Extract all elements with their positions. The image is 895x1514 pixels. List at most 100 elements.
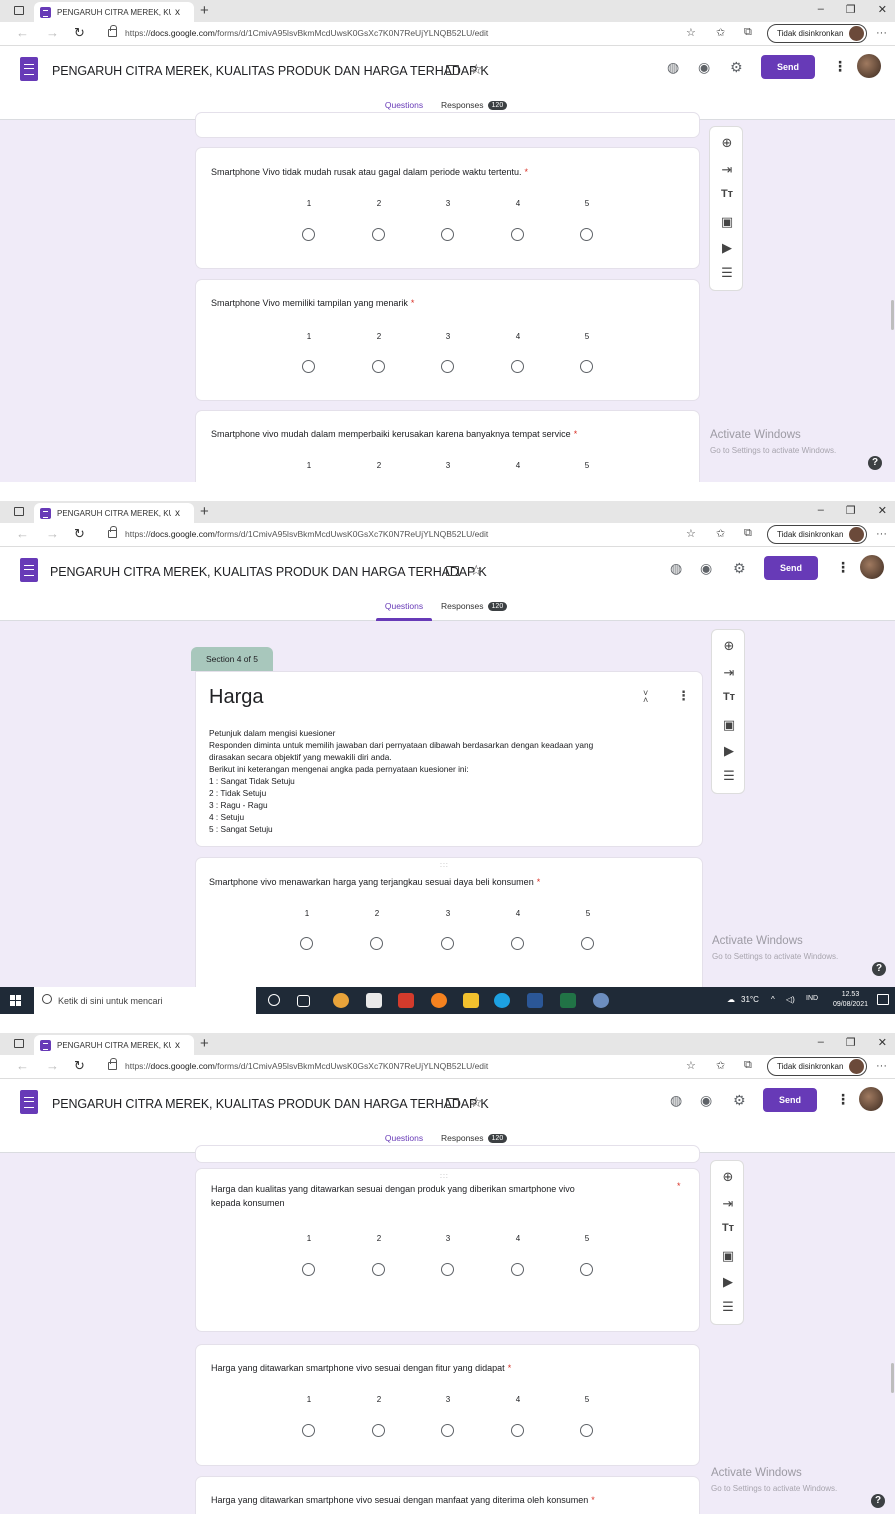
add-section-icon[interactable]: ☰ bbox=[711, 1299, 745, 1315]
tab-actions-icon[interactable] bbox=[14, 507, 24, 516]
radio-option-5[interactable] bbox=[580, 360, 593, 373]
tab-actions-icon[interactable] bbox=[14, 6, 24, 15]
account-avatar[interactable] bbox=[857, 54, 881, 78]
acrobat-icon[interactable] bbox=[398, 993, 414, 1008]
radio-option-1[interactable] bbox=[302, 228, 315, 241]
new-tab-button[interactable]: + bbox=[200, 503, 209, 520]
radio-option-4[interactable] bbox=[511, 937, 524, 950]
restore-button[interactable]: ❐ bbox=[846, 3, 856, 16]
restore-button[interactable]: ❐ bbox=[846, 504, 856, 517]
add-section-icon[interactable]: ☰ bbox=[712, 768, 746, 784]
sync-button[interactable]: Tidak disinkronkan bbox=[767, 525, 867, 544]
radio-option-3[interactable] bbox=[441, 360, 454, 373]
browser-menu-icon[interactable]: ··· bbox=[876, 27, 887, 39]
folder-icon[interactable] bbox=[446, 65, 459, 75]
preview-eye-icon[interactable]: ◉ bbox=[700, 560, 712, 577]
volume-icon[interactable]: ◁) bbox=[786, 995, 795, 1004]
tab-responses[interactable]: Responses 120 bbox=[441, 100, 508, 110]
url-field[interactable]: https://docs.google.com/forms/d/1CmivA95… bbox=[125, 1061, 488, 1071]
radio-option-3[interactable] bbox=[441, 228, 454, 241]
tab-close-icon[interactable]: x bbox=[175, 1040, 180, 1051]
palette-icon[interactable]: ◍ bbox=[667, 59, 679, 76]
browser-menu-icon[interactable]: ··· bbox=[876, 1060, 887, 1072]
settings-gear-icon[interactable]: ⚙ bbox=[733, 1092, 746, 1109]
import-questions-icon[interactable]: ⇥ bbox=[711, 1196, 745, 1212]
tab-questions[interactable]: Questions bbox=[376, 100, 432, 110]
forward-icon[interactable]: → bbox=[46, 526, 59, 541]
drag-handle-icon[interactable]: ::: bbox=[440, 862, 449, 869]
scrollbar-thumb[interactable] bbox=[891, 1363, 894, 1393]
restore-button[interactable]: ❐ bbox=[846, 1036, 856, 1049]
account-avatar[interactable] bbox=[859, 1087, 883, 1111]
browser-tab[interactable]: PENGARUH CITRA MEREK, KUAL x bbox=[34, 2, 194, 22]
taskbar-search[interactable]: Ketik di sini untuk mencari bbox=[34, 987, 256, 1014]
settings-gear-icon[interactable]: ⚙ bbox=[730, 59, 743, 76]
reload-icon[interactable]: ↻ bbox=[74, 25, 85, 41]
radio-option-5[interactable] bbox=[580, 1263, 593, 1276]
minimize-button[interactable]: – bbox=[818, 504, 824, 517]
radio-option-2[interactable] bbox=[370, 937, 383, 950]
radio-option-5[interactable] bbox=[580, 228, 593, 241]
palette-icon[interactable]: ◍ bbox=[670, 560, 682, 577]
radio-option-5[interactable] bbox=[580, 1424, 593, 1437]
section-title[interactable]: Harga bbox=[209, 686, 263, 709]
question-card[interactable]: ::: Smartphone vivo menawarkan harga yan… bbox=[195, 857, 703, 997]
read-aloud-icon[interactable]: ☆ bbox=[686, 26, 696, 39]
folder-icon[interactable] bbox=[446, 566, 459, 576]
read-aloud-icon[interactable]: ☆ bbox=[686, 1059, 696, 1072]
question-card[interactable]: ::: Harga dan kualitas yang ditawarkan s… bbox=[195, 1168, 700, 1332]
star-icon[interactable]: ☆ bbox=[470, 1094, 483, 1111]
help-icon[interactable]: ? bbox=[871, 1494, 885, 1508]
firefox-icon[interactable] bbox=[431, 993, 447, 1008]
radio-option-3[interactable] bbox=[441, 1424, 454, 1437]
read-aloud-icon[interactable]: ☆ bbox=[686, 527, 696, 540]
task-view-icon[interactable] bbox=[297, 995, 310, 1007]
radio-option-4[interactable] bbox=[511, 1424, 524, 1437]
drag-handle-icon[interactable]: ::: bbox=[440, 1173, 449, 1180]
favorites-icon[interactable]: ✩ bbox=[716, 1059, 725, 1072]
radio-option-1[interactable] bbox=[302, 1424, 315, 1437]
excel-icon[interactable] bbox=[560, 993, 576, 1008]
radio-option-2[interactable] bbox=[372, 228, 385, 241]
tab-actions-icon[interactable] bbox=[14, 1039, 24, 1048]
settings-gear-icon[interactable]: ⚙ bbox=[733, 560, 746, 577]
add-section-icon[interactable]: ☰ bbox=[710, 265, 744, 281]
forms-logo-icon[interactable] bbox=[20, 558, 38, 582]
question-card[interactable]: Harga yang ditawarkan smartphone vivo se… bbox=[195, 1476, 700, 1514]
add-image-icon[interactable]: ▣ bbox=[711, 1248, 745, 1264]
lock-icon[interactable] bbox=[108, 1058, 117, 1070]
reload-icon[interactable]: ↻ bbox=[74, 1058, 85, 1074]
add-image-icon[interactable]: ▣ bbox=[710, 214, 744, 230]
add-title-icon[interactable]: Tт bbox=[712, 691, 746, 703]
question-card[interactable]: Harga yang ditawarkan smartphone vivo se… bbox=[195, 1344, 700, 1466]
tab-responses[interactable]: Responses 120 bbox=[441, 1133, 508, 1143]
sync-button[interactable]: Tidak disinkronkan bbox=[767, 24, 867, 43]
sync-button[interactable]: Tidak disinkronkan bbox=[767, 1057, 867, 1076]
windows-start-icon[interactable] bbox=[10, 995, 21, 1006]
more-options-icon[interactable]: ⋮ bbox=[833, 58, 847, 75]
notifications-icon[interactable] bbox=[877, 994, 889, 1005]
favorites-icon[interactable]: ✩ bbox=[716, 527, 725, 540]
question-card-partial[interactable] bbox=[195, 112, 700, 138]
browser-tab[interactable]: PENGARUH CITRA MEREK, KUAL x bbox=[34, 1035, 194, 1055]
radio-option-1[interactable] bbox=[300, 937, 313, 950]
file-explorer-icon[interactable] bbox=[463, 993, 479, 1008]
tray-arrow-icon[interactable]: ^ bbox=[771, 995, 775, 1004]
tab-responses[interactable]: Responses 120 bbox=[441, 601, 508, 611]
preview-eye-icon[interactable]: ◉ bbox=[698, 59, 710, 76]
collections-icon[interactable]: ⧉ bbox=[744, 26, 752, 39]
radio-option-3[interactable] bbox=[441, 937, 454, 950]
radio-option-4[interactable] bbox=[511, 360, 524, 373]
palette-icon[interactable]: ◍ bbox=[670, 1092, 682, 1109]
send-button[interactable]: Send bbox=[761, 55, 815, 79]
minimize-button[interactable]: – bbox=[818, 3, 824, 16]
preview-eye-icon[interactable]: ◉ bbox=[700, 1092, 712, 1109]
import-questions-icon[interactable]: ⇥ bbox=[710, 162, 744, 178]
favorites-icon[interactable]: ✩ bbox=[716, 26, 725, 39]
tab-questions[interactable]: Questions bbox=[376, 601, 432, 611]
section-header-card[interactable]: Harga ˅ ˄ ⋮ Petunjuk dalam mengisi kuesio… bbox=[195, 671, 703, 847]
radio-option-2[interactable] bbox=[372, 360, 385, 373]
section-description[interactable]: Petunjuk dalam mengisi kuesioner Respond… bbox=[209, 727, 679, 835]
radio-option-3[interactable] bbox=[441, 1263, 454, 1276]
question-card[interactable]: Smartphone vivo mudah dalam memperbaiki … bbox=[195, 410, 700, 482]
